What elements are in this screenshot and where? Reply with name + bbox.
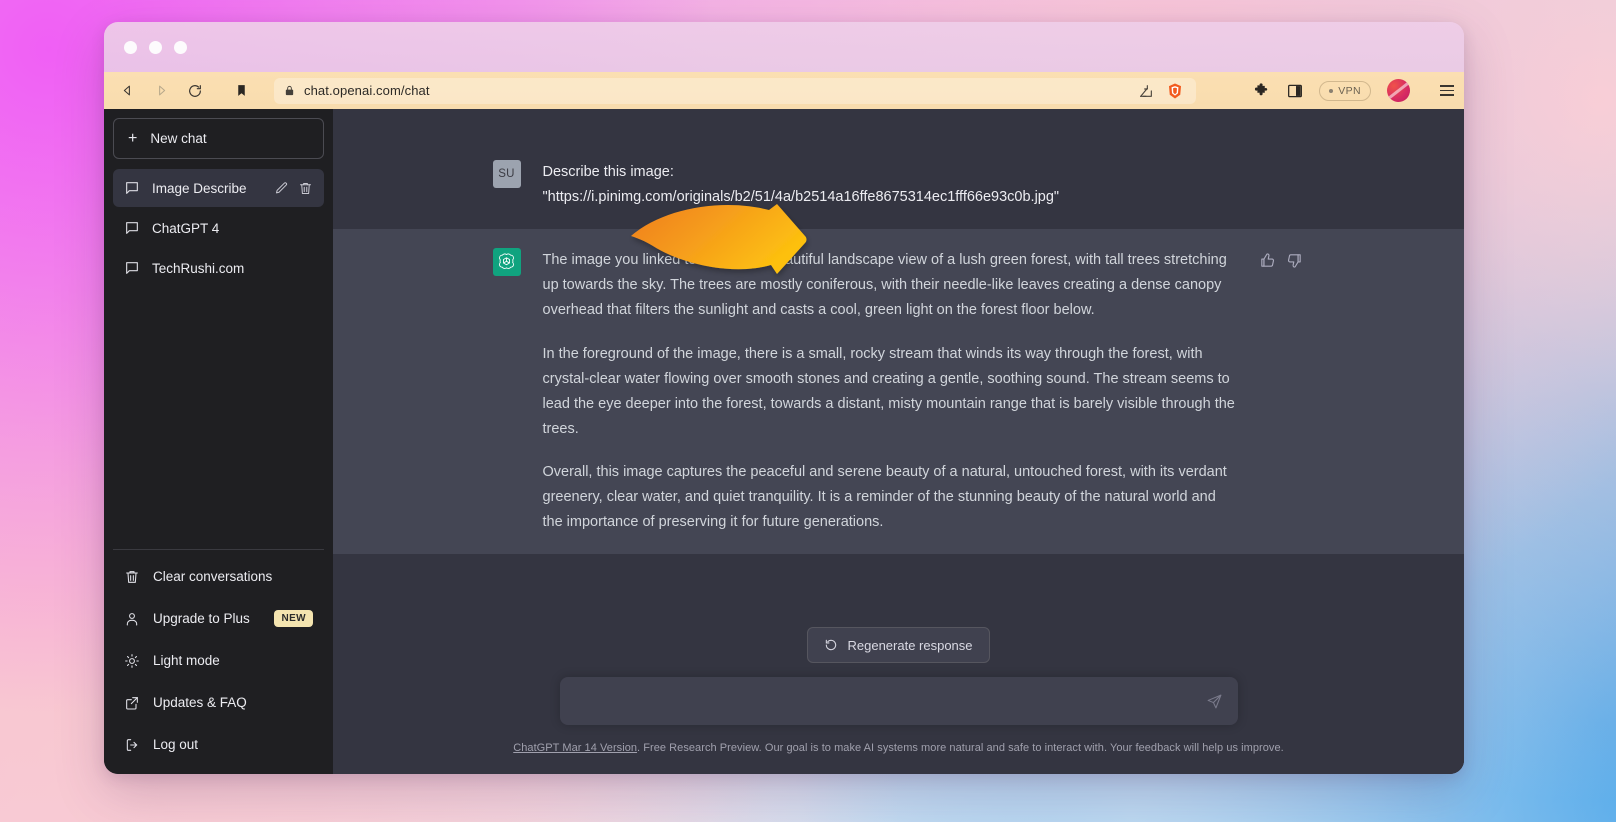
sidebar-item-image-describe[interactable]: Image Describe (113, 169, 324, 207)
user-icon (126, 612, 138, 626)
send-icon[interactable] (1206, 693, 1223, 710)
bookmark-icon[interactable] (228, 78, 254, 104)
profile-avatar[interactable] (1387, 79, 1410, 102)
sun-icon (125, 653, 139, 668)
crescent-extension-icon[interactable] (1222, 82, 1239, 100)
lock-icon (285, 85, 294, 96)
chat-bubble-icon (126, 222, 138, 234)
assistant-message-actions (1259, 248, 1319, 535)
logout-icon (126, 738, 138, 751)
chatgpt-sidebar: + New chat Image Describe ChatGPT 4 Tech… (104, 109, 333, 774)
assistant-paragraph-1: The image you linked to features a beaut… (542, 251, 1227, 318)
updates-faq-button[interactable]: Updates & FAQ (113, 683, 324, 722)
brave-shield-icon[interactable] (1166, 82, 1184, 100)
plus-icon: + (128, 129, 138, 147)
conversation-label: TechRushi.com (152, 260, 245, 276)
footer-item-label: Updates & FAQ (153, 695, 247, 710)
page-content: + New chat Image Describe ChatGPT 4 Tech… (104, 109, 1464, 774)
sidebar-footer: Clear conversations Upgrade to Plus NEW … (113, 549, 324, 774)
footer-notice-text: . Free Research Preview. Our goal is to … (637, 742, 1284, 754)
user-message-actions (1275, 160, 1319, 210)
puzzle-extension-icon[interactable] (1254, 82, 1271, 99)
thumbs-down-icon[interactable] (1286, 252, 1303, 269)
vpn-status-dot (1329, 88, 1334, 93)
chat-input-box[interactable] (559, 677, 1238, 725)
footer-item-label: Light mode (153, 653, 220, 668)
assistant-message-body: The image you linked to features a beaut… (543, 248, 1237, 535)
extension-icons: VPN (1222, 79, 1454, 102)
vpn-label: VPN (1338, 84, 1361, 97)
regenerate-label: Regenerate response (847, 637, 973, 653)
sidebar-panel-icon[interactable] (1287, 83, 1303, 99)
refresh-icon (826, 639, 837, 651)
forward-icon[interactable] (148, 78, 174, 104)
browser-titlebar (104, 22, 1464, 72)
composer-area: Regenerate response ChatGPT Mar 14 Versi… (333, 611, 1464, 774)
footer-disclaimer: ChatGPT Mar 14 Version. Free Research Pr… (333, 742, 1464, 754)
upgrade-to-plus-button[interactable]: Upgrade to Plus NEW (113, 599, 324, 638)
chat-bubble-icon (126, 182, 138, 194)
url-text: chat.openai.com/chat (304, 83, 430, 98)
chat-main: SU Describe this image: "https://i.pinim… (333, 109, 1464, 774)
window-close-button[interactable] (124, 40, 137, 54)
user-message-line-1: Describe this image: (542, 164, 674, 180)
assistant-message: The image you linked to features a beaut… (333, 228, 1464, 555)
external-link-icon (126, 696, 138, 710)
user-avatar: SU (492, 160, 521, 188)
conversation-list: Image Describe ChatGPT 4 TechRushi.com (113, 169, 324, 287)
user-message: SU Describe this image: "https://i.pinim… (333, 141, 1464, 229)
reload-icon[interactable] (182, 78, 208, 104)
light-mode-button[interactable]: Light mode (113, 641, 324, 680)
log-out-button[interactable]: Log out (113, 725, 324, 764)
window-controls (124, 40, 187, 54)
conversation-label: Image Describe (152, 180, 247, 196)
clear-conversations-button[interactable]: Clear conversations (113, 557, 324, 596)
new-chat-label: New chat (150, 131, 207, 146)
url-bar[interactable]: chat.openai.com/chat (274, 77, 1197, 104)
delete-icon[interactable] (298, 181, 313, 196)
sidebar-item-techrushi[interactable]: TechRushi.com (113, 249, 324, 287)
browser-window: chat.openai.com/chat VPN + New chat Imag… (104, 22, 1464, 774)
version-link[interactable]: ChatGPT Mar 14 Version (513, 742, 637, 754)
assistant-paragraph-2: In the foreground of the image, there is… (542, 345, 1235, 437)
window-minimize-button[interactable] (149, 40, 162, 54)
new-chat-button[interactable]: + New chat (113, 118, 324, 159)
assistant-avatar (492, 247, 521, 276)
assistant-paragraph-3: Overall, this image captures the peacefu… (542, 464, 1227, 531)
new-badge: NEW (274, 610, 313, 627)
vpn-button[interactable]: VPN (1319, 80, 1371, 101)
openai-logo-icon (499, 253, 514, 270)
footer-item-label: Upgrade to Plus (153, 611, 250, 626)
chat-bubble-icon (126, 262, 138, 274)
chat-scroll-area[interactable]: SU Describe this image: "https://i.pinim… (333, 109, 1464, 611)
footer-item-label: Log out (153, 737, 199, 752)
thumbs-up-icon[interactable] (1259, 252, 1276, 269)
window-maximize-button[interactable] (174, 40, 187, 54)
conversation-label: ChatGPT 4 (152, 220, 220, 236)
user-message-body: Describe this image: "https://i.pinimg.c… (543, 160, 1253, 210)
footer-item-label: Clear conversations (153, 569, 273, 584)
browser-menu-icon[interactable] (1440, 85, 1454, 96)
user-message-line-2: "https://i.pinimg.com/originals/b2/51/4a… (542, 188, 1060, 205)
regenerate-response-button[interactable]: Regenerate response (807, 627, 990, 663)
trash-icon (126, 570, 138, 583)
sidebar-item-chatgpt-4[interactable]: ChatGPT 4 (113, 209, 324, 247)
browser-toolbar: chat.openai.com/chat VPN (104, 72, 1464, 109)
edit-icon[interactable] (274, 181, 289, 196)
back-icon[interactable] (114, 78, 140, 104)
chat-input[interactable] (574, 693, 1206, 709)
chat-top-gap (333, 109, 1464, 141)
share-icon[interactable] (1138, 83, 1154, 99)
